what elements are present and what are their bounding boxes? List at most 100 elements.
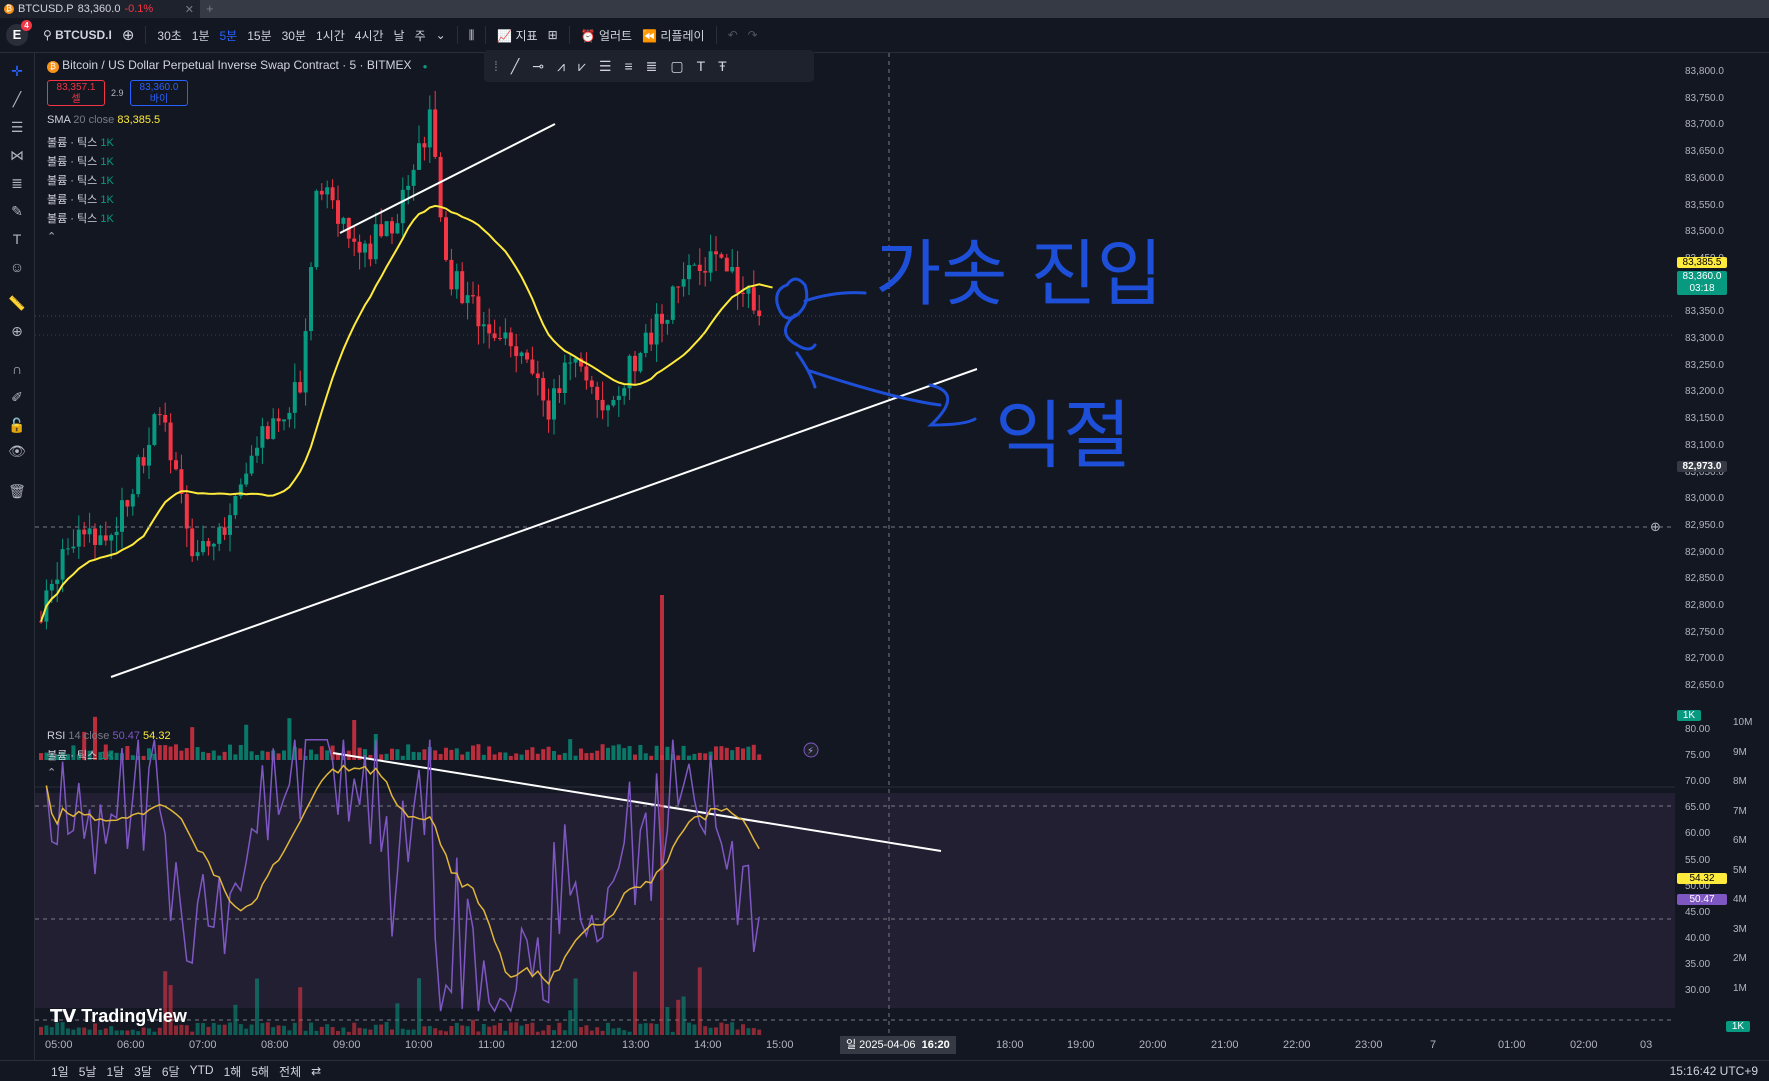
browser-tab[interactable]: ₿ BTCUSD.P 83,360.0 -0.1% ✕ [0,0,200,18]
price-chart[interactable]: 가솟 진입 익절 ⚡ [35,53,1675,1060]
pattern-icon[interactable]: ⋈ [7,145,27,165]
layouts-icon[interactable]: ⊞ [543,28,563,42]
trend-line-icon[interactable]: ╱ [511,58,519,75]
time-label: 12:00 [550,1039,578,1051]
horizontal-ray-icon[interactable]: ⊸ [532,58,544,75]
rsi-legend[interactable]: RSI 14 close 50.47 54.32 볼륨 · 틱스 1K ⌃ [47,730,171,779]
emoji-icon[interactable]: ☺ [7,257,27,277]
volume-legend-row[interactable]: 볼륨 · 틱스 1K [47,134,114,150]
volume-bar [260,750,265,760]
sma-legend[interactable]: SMA 20 close 83,385.5 [47,114,160,126]
gann-icon[interactable]: ≣ [646,58,658,75]
interval-6[interactable]: 4시간 [350,27,389,44]
volume-legend-row[interactable]: 볼륨 · 틱스 1K [47,210,114,226]
ruler-icon[interactable]: 📏 [7,293,27,313]
range-0[interactable]: 1일 [46,1063,74,1080]
rectangle-icon[interactable]: ▢ [670,58,683,75]
price-label: 83,500.0 [1685,226,1724,238]
range-7[interactable]: 5해 [246,1063,274,1080]
date-range-icon[interactable]: ⇄ [306,1064,326,1078]
trend-line-icon[interactable]: ╱ [7,89,27,109]
range-6[interactable]: 1해 [219,1063,247,1080]
candle [433,109,438,157]
add-alert-icon[interactable]: ⊕ [1650,519,1661,535]
candle [562,362,567,394]
sell-button[interactable]: 83,357.1 셀 [47,80,105,106]
range-3[interactable]: 3달 [129,1063,157,1080]
price-label: 82,950.0 [1685,519,1724,531]
symbol-search-button[interactable]: ⚲ BTCUSD.I [38,28,117,42]
text-icon[interactable]: T [697,58,706,74]
collapse-legend-icon[interactable]: ⌃ [47,230,56,243]
close-icon[interactable]: ✕ [185,3,194,16]
buy-button[interactable]: 83,360.0 바이 [130,80,188,106]
volume-bar [433,750,438,760]
rsi-volume-bar [130,1029,135,1035]
rsi-volume-bar [76,1027,81,1035]
candle [98,535,103,545]
candle [481,324,486,327]
fib-icon[interactable]: ≣ [7,173,27,193]
lock-drawing-icon[interactable]: ✐ [7,387,27,407]
magnet-icon[interactable]: ∩ [7,359,27,379]
rsi-volume-bar [546,1025,551,1035]
volume-bar [309,749,313,760]
volume-scale-label: 2M [1733,953,1747,964]
zoom-icon[interactable]: ⊕ [7,321,27,341]
text-icon[interactable]: T [7,229,27,249]
range-5[interactable]: YTD [185,1063,219,1080]
brush-icon[interactable]: ✎ [7,201,27,221]
interval-4[interactable]: 30분 [277,27,311,44]
volume-bar [757,754,762,760]
rsi-volume-bar [643,1023,648,1035]
eye-icon[interactable]: 👁 [7,441,27,461]
range-8[interactable]: 전체 [274,1063,306,1080]
tradingview-watermark[interactable]: 𝗧𝗩 TradingView [50,1006,187,1027]
trash-icon[interactable]: 🗑 [7,481,27,501]
collapse-rsi-icon[interactable]: ⌃ [47,766,171,779]
candle [541,378,546,401]
clock[interactable]: 15:16:42 UTC+9 [1665,1064,1763,1078]
volume-legend-row[interactable]: 볼륨 · 틱스 1K [47,191,114,207]
interval-7[interactable]: 날 [389,27,410,44]
redo-icon[interactable]: ↷ [743,28,763,42]
interval-0[interactable]: 30초 [152,27,186,44]
range-1[interactable]: 5날 [74,1063,102,1080]
parallel-channel-icon[interactable]: ☰ [599,58,612,75]
indicators-button[interactable]: 📈 지표 [492,27,542,44]
alert-button[interactable]: ⏰ 얼러트 [576,27,637,44]
price-label: 82,700.0 [1685,653,1724,665]
text-settings-icon[interactable]: Ŧ [718,58,727,74]
replay-button[interactable]: ⏪ 리플레이 [637,27,709,44]
interval-8[interactable]: 주 [410,27,431,44]
candles-icon[interactable]: ⫼ [464,28,480,43]
interval-5[interactable]: 1시간 [311,27,350,44]
volume-bar [265,751,270,760]
volume-legend-row[interactable]: 볼륨 · 틱스 1K [47,153,114,169]
undo-icon[interactable]: ↶ [723,28,743,42]
horizontal-lines-icon[interactable]: ☰ [7,117,27,137]
price-axis[interactable]: 83,800.0 83,750.0 83,700.0 83,650.0 83,600.0… [1675,53,1769,1036]
compare-icon[interactable]: ⊕ [117,26,140,44]
interval-2[interactable]: 5분 [215,27,243,44]
range-4[interactable]: 6달 [157,1063,185,1080]
interval-3[interactable]: 15분 [242,27,276,44]
candle [616,395,621,401]
rsi-volume-bar [735,1029,740,1035]
time-label: 03 [1640,1039,1653,1051]
chevron-down-icon[interactable]: ⌄ [431,28,451,42]
new-tab-icon[interactable]: + [206,0,214,18]
avatar[interactable]: E4 [6,20,32,46]
pattern-icon[interactable]: ⩘ [557,58,565,75]
lock-icon[interactable]: 🔓 [7,415,27,435]
interval-1[interactable]: 1분 [187,27,215,44]
volume-bar [627,746,632,760]
crosshair-icon[interactable]: ✛ [7,61,27,81]
symbol-title[interactable]: Bitcoin / US Dollar Perpetual Inverse Sw… [62,58,411,72]
candle [114,531,119,536]
volume-legend-row[interactable]: 볼륨 · 틱스 1K [47,172,114,188]
drag-handle-icon[interactable]: ⁞ [494,58,498,74]
fib-icon[interactable]: ≡ [624,58,632,74]
range-2[interactable]: 1달 [101,1063,129,1080]
elliott-icon[interactable]: ⩗ [578,58,586,75]
